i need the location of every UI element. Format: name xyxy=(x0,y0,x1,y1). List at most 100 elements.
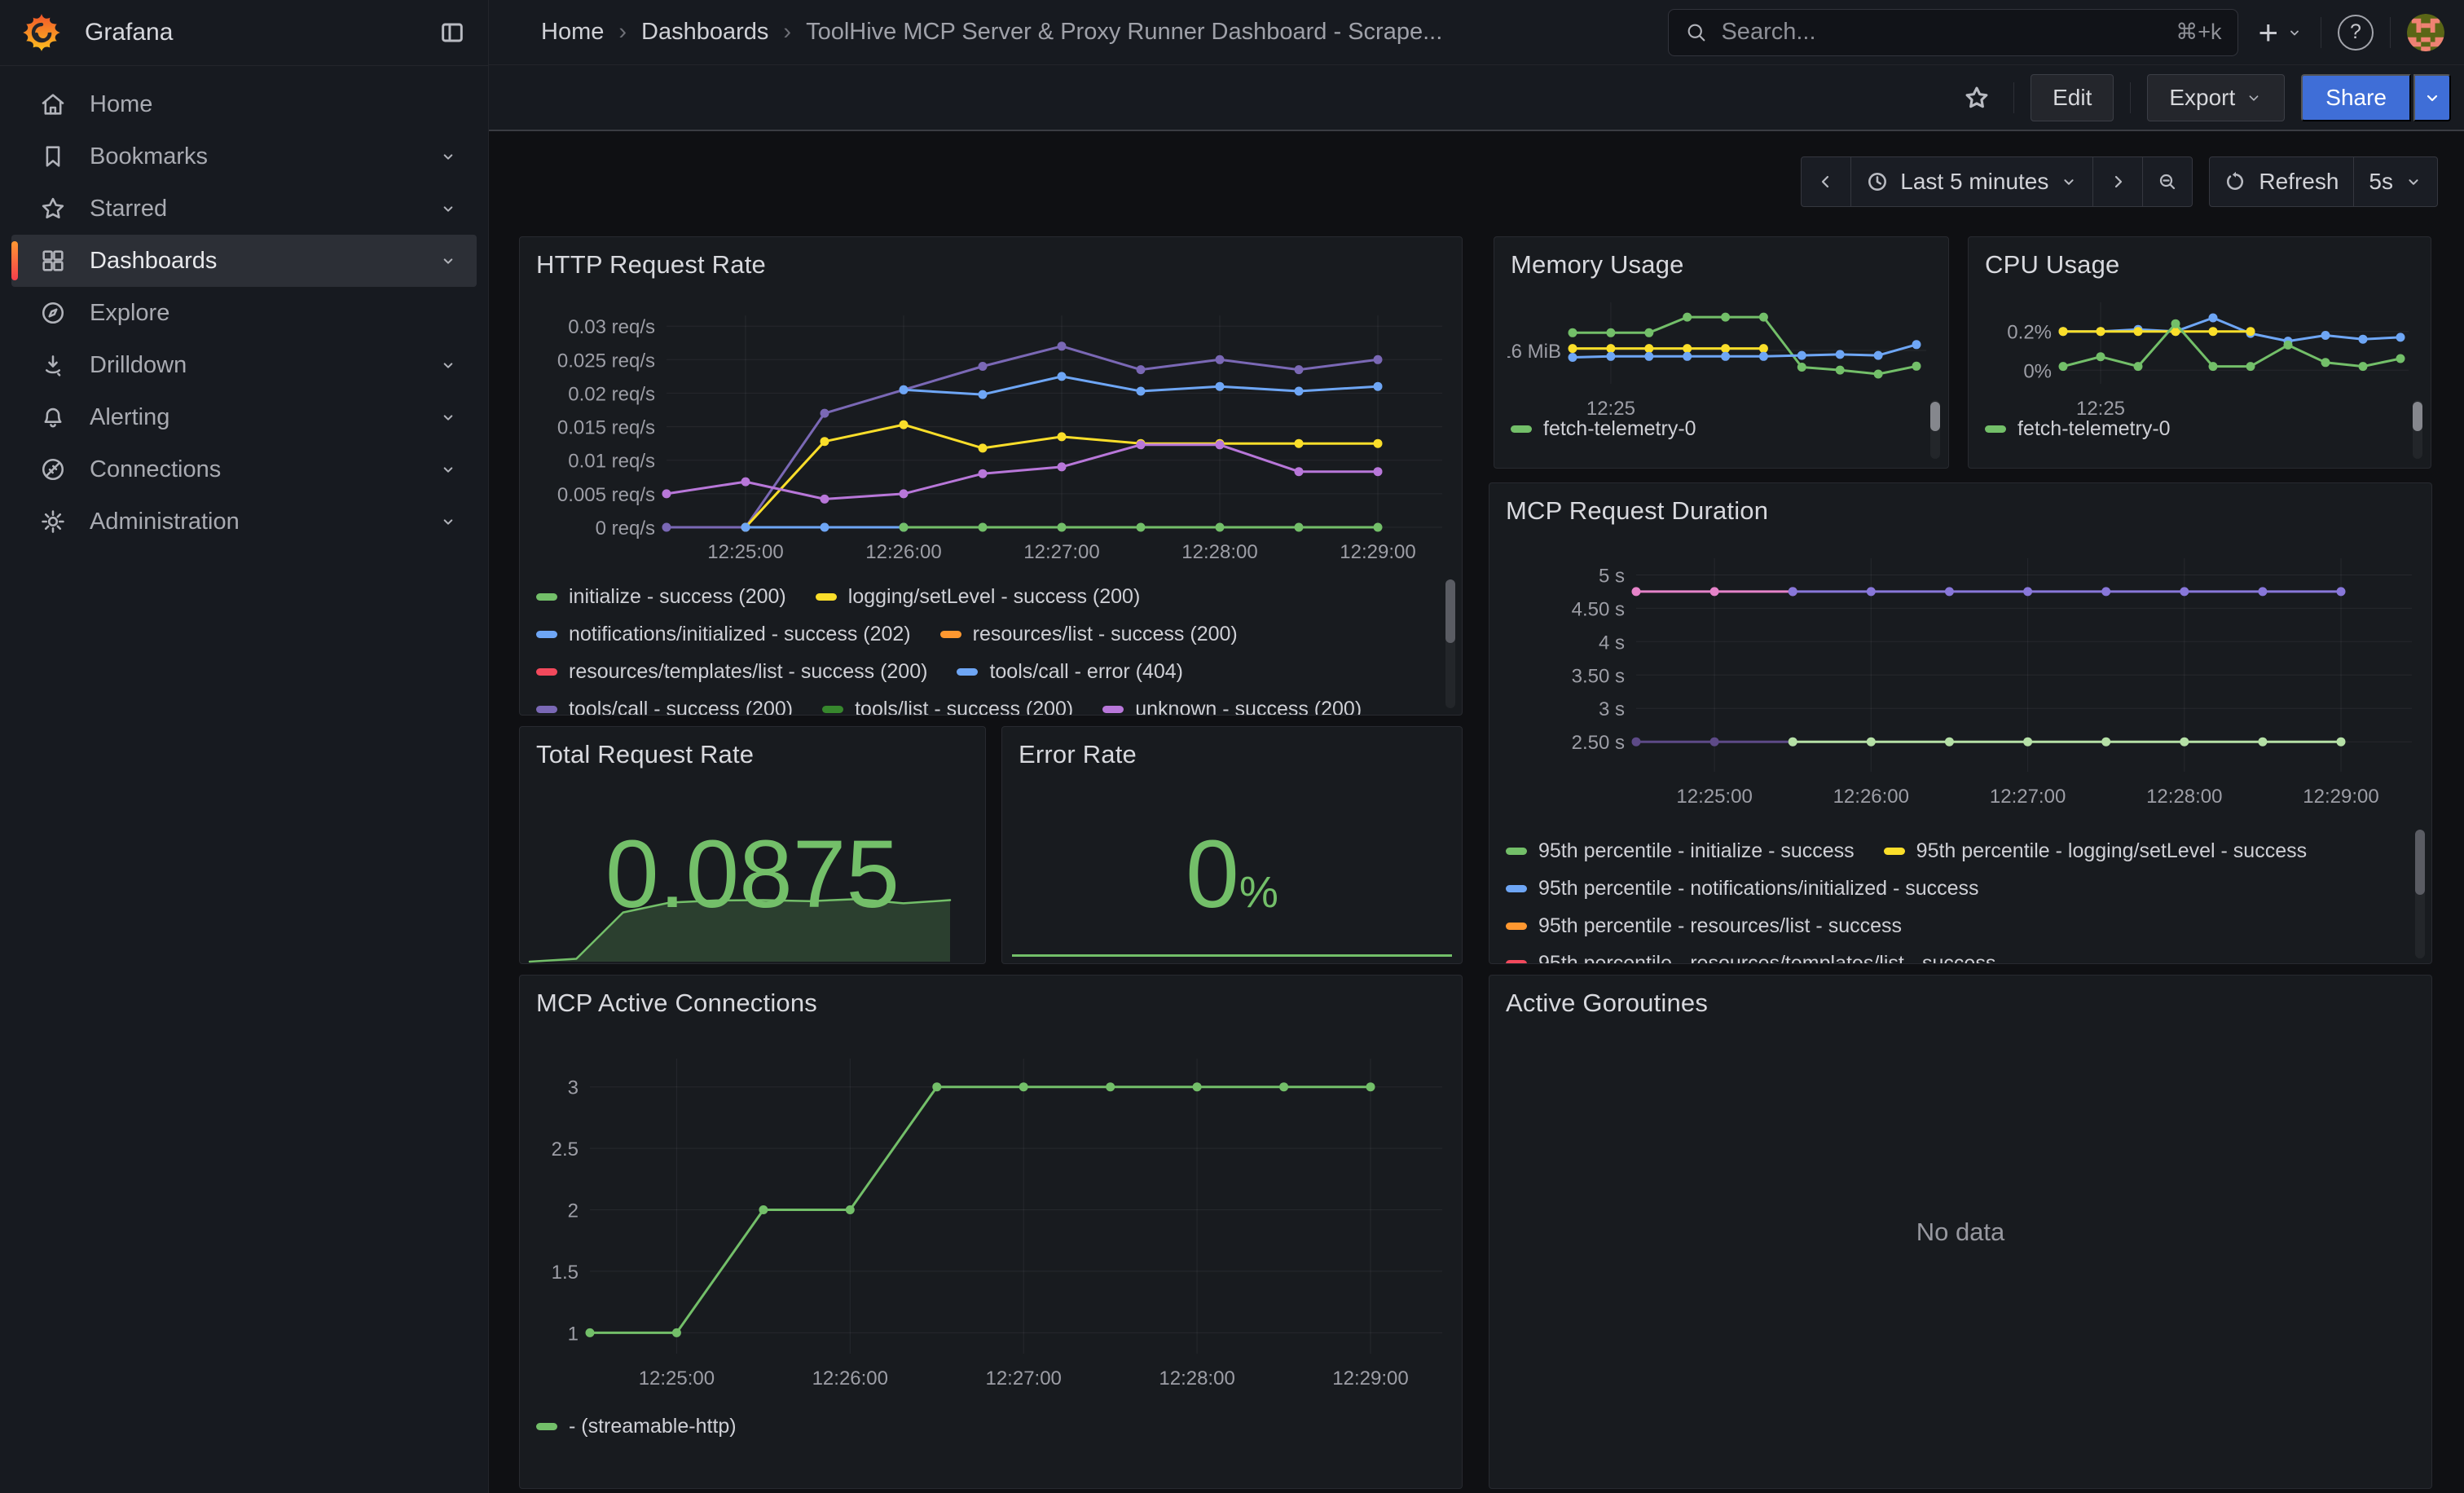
refresh-interval-picker[interactable]: 5s xyxy=(2353,157,2437,206)
star-dashboard-button[interactable] xyxy=(1956,77,1997,118)
legend-item[interactable]: resources/templates/list - success (200) xyxy=(536,660,927,684)
data-point xyxy=(979,443,988,452)
help-button[interactable]: ? xyxy=(2338,15,2374,51)
breadcrumb-separator: › xyxy=(783,19,791,46)
legend-item[interactable]: unknown - success (200) xyxy=(1102,698,1362,716)
user-avatar[interactable] xyxy=(2407,14,2444,51)
data-point xyxy=(2321,358,2330,367)
grafana-logo-icon[interactable] xyxy=(21,12,62,53)
scrollbar-thumb[interactable] xyxy=(2413,402,2422,431)
sidebar-item-alerting[interactable]: Alerting xyxy=(11,391,477,443)
breadcrumb-dashboards[interactable]: Dashboards xyxy=(641,19,768,46)
sidebar-item-home[interactable]: Home xyxy=(11,78,477,130)
legend-item[interactable]: initialize - success (200) xyxy=(536,585,786,609)
legend-row: 95th percentile - initialize - success 95… xyxy=(1506,832,2402,870)
scrollbar-thumb[interactable] xyxy=(1445,579,1455,643)
scrollbar-thumb[interactable] xyxy=(2415,830,2425,895)
legend-item[interactable]: 95th percentile - resources/list - succe… xyxy=(1506,914,1902,938)
zoom-out-button[interactable] xyxy=(2142,157,2192,206)
sidebar-item-explore[interactable]: Explore xyxy=(11,287,477,339)
data-point xyxy=(672,1328,681,1337)
legend-scrollbar[interactable] xyxy=(2413,400,2422,459)
refresh-button[interactable]: Refresh xyxy=(2210,157,2353,206)
x-axis-tick: 12:27:00 xyxy=(1990,786,2066,808)
share-split-button: Share xyxy=(2301,74,2451,121)
series-line xyxy=(2063,318,2400,341)
legend-item[interactable]: resources/list - success (200) xyxy=(940,623,1238,646)
legend-item[interactable]: tools/call - success (200) xyxy=(536,698,793,716)
memory-usage-chart[interactable]: 16 MiB12:25 xyxy=(1507,288,1931,416)
y-axis-tick: 3 s xyxy=(1599,698,1625,720)
legend-scrollbar[interactable] xyxy=(1445,579,1455,708)
time-range-picker[interactable]: Last 5 minutes xyxy=(1850,157,2092,206)
data-point xyxy=(821,437,829,446)
series-swatch-icon xyxy=(1102,706,1124,713)
divider xyxy=(2390,17,2391,48)
scrollbar-thumb[interactable] xyxy=(1930,402,1940,431)
x-axis-tick: 12:29:00 xyxy=(1332,1367,1408,1390)
panel-title[interactable]: Memory Usage xyxy=(1511,250,1684,280)
sidebar-item-connections[interactable]: Connections xyxy=(11,443,477,495)
legend-item[interactable]: fetch-telemetry-0 xyxy=(1511,417,1696,441)
share-menu-button[interactable] xyxy=(2413,74,2451,121)
legend-item[interactable]: - (streamable-http) xyxy=(536,1415,737,1438)
sidebar-item-administration[interactable]: Administration xyxy=(11,495,477,548)
x-axis-tick: 12:26:00 xyxy=(1833,786,1909,808)
sidebar-item-label: Alerting xyxy=(90,404,169,431)
panel-title[interactable]: Error Rate xyxy=(1019,740,1137,769)
panel-title[interactable]: MCP Active Connections xyxy=(536,989,817,1018)
y-axis-tick: 0.2% xyxy=(2007,322,2052,344)
series-swatch-icon xyxy=(1884,848,1905,855)
data-point xyxy=(1912,340,1921,349)
mcp-active-connections-chart[interactable]: 11.522.5312:25:0012:26:0012:27:0012:28:0… xyxy=(536,1023,1447,1404)
search-placeholder: Search... xyxy=(1721,19,2163,46)
data-point xyxy=(1137,387,1146,396)
data-point xyxy=(1606,352,1615,361)
export-button[interactable]: Export xyxy=(2147,74,2285,121)
sidebar-item-bookmarks[interactable]: Bookmarks xyxy=(11,130,477,183)
legend-label: 95th percentile - logging/setLevel - suc… xyxy=(1916,839,2307,863)
data-point xyxy=(1366,1082,1375,1091)
brand-title: Grafana xyxy=(85,19,173,46)
x-axis-tick: 12:27:00 xyxy=(985,1367,1061,1390)
legend-row: - (streamable-http) xyxy=(536,1407,1432,1445)
panel-title[interactable]: CPU Usage xyxy=(1985,250,2119,280)
legend-scrollbar[interactable] xyxy=(1930,400,1940,459)
edit-button[interactable]: Edit xyxy=(2031,74,2114,121)
http-request-rate-chart[interactable]: 0 req/s0.005 req/s0.01 req/s0.015 req/s0… xyxy=(536,284,1447,578)
data-point xyxy=(2321,331,2330,340)
legend-item[interactable]: 95th percentile - logging/setLevel - suc… xyxy=(1884,839,2307,863)
dock-sidebar-icon[interactable] xyxy=(439,20,465,46)
legend-item[interactable]: 95th percentile - resources/templates/li… xyxy=(1506,952,1995,965)
legend-item[interactable]: tools/list - success (200) xyxy=(822,698,1073,716)
sidebar-item-dashboards[interactable]: Dashboards xyxy=(11,235,477,287)
panel-title[interactable]: MCP Request Duration xyxy=(1506,496,1768,526)
cpu-usage-chart[interactable]: 0.2%0%12:25 xyxy=(1982,288,2413,416)
legend-item[interactable]: 95th percentile - notifications/initiali… xyxy=(1506,877,1979,901)
breadcrumb-home[interactable]: Home xyxy=(541,19,604,46)
panel-title[interactable]: Total Request Rate xyxy=(536,740,754,769)
legend-scrollbar[interactable] xyxy=(2415,830,2425,958)
sidebar-item-drilldown[interactable]: Drilldown xyxy=(11,339,477,391)
legend-item[interactable]: fetch-telemetry-0 xyxy=(1985,417,2171,441)
sidebar-item-starred[interactable]: Starred xyxy=(11,183,477,235)
data-point xyxy=(2258,738,2267,746)
y-axis-tick: 0% xyxy=(2023,360,2052,382)
new-dashboard-button[interactable]: + xyxy=(2258,15,2304,50)
legend-item[interactable]: 95th percentile - initialize - success xyxy=(1506,839,1855,863)
panel-title[interactable]: Active Goroutines xyxy=(1506,989,1708,1018)
legend-item[interactable]: notifications/initialized - success (202… xyxy=(536,623,911,646)
plus-icon: + xyxy=(2258,15,2278,50)
time-shift-forward-button[interactable] xyxy=(2092,157,2142,206)
share-button[interactable]: Share xyxy=(2301,74,2411,121)
no-data-message: No data xyxy=(1489,1218,2431,1247)
legend-item[interactable]: logging/setLevel - success (200) xyxy=(816,585,1141,609)
data-point xyxy=(1058,432,1067,441)
panel-title[interactable]: HTTP Request Rate xyxy=(536,250,766,280)
search-input[interactable]: Search... ⌘+k xyxy=(1668,9,2238,56)
mcp-request-duration-chart[interactable]: 2.50 s3 s3.50 s4 s4.50 s5 s12:25:0012:26… xyxy=(1506,531,2417,826)
legend-label: unknown - success (200) xyxy=(1135,698,1362,716)
time-shift-back-button[interactable] xyxy=(1802,157,1850,206)
series-swatch-icon xyxy=(536,668,557,676)
legend-item[interactable]: tools/call - error (404) xyxy=(957,660,1183,684)
